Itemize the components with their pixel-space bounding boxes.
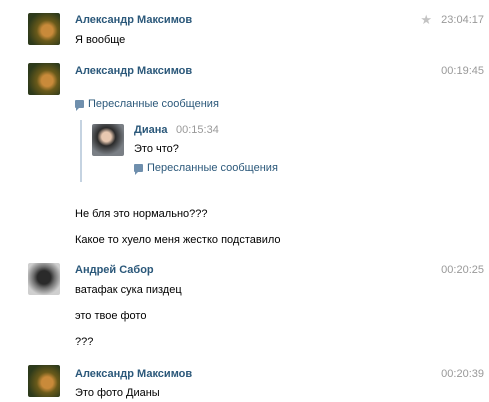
message-text: Не бля это нормально??? (75, 208, 208, 220)
forwarded-text: Это что? (134, 143, 179, 155)
message-time[interactable]: 00:20:39 (441, 368, 484, 380)
forwarded-messages-header[interactable]: Пересланные сообщения (75, 98, 219, 111)
nested-forwarded-label: Пересланные сообщения (147, 162, 278, 174)
message-text: Какое то хуело меня жестко подставило (75, 234, 281, 246)
message: Александр Максимов 00:19:45 Пересланные … (0, 55, 489, 255)
forwarded-messages-label: Пересланные сообщения (88, 98, 219, 110)
message: Андрей Сабор 00:20:25 ватафак сука пизде… (0, 255, 489, 360)
forwarded-author[interactable]: Диана (134, 124, 167, 136)
message: Александр Максимов 00:20:39 Это фото Диа… (0, 360, 489, 402)
message-author[interactable]: Александр Максимов (75, 368, 192, 380)
forwarded-message-block: Диана 00:15:34 Это что? Пересланные сооб… (80, 120, 462, 182)
avatar[interactable] (28, 263, 60, 295)
message-time[interactable]: 23:04:17 (441, 14, 484, 26)
avatar[interactable] (28, 365, 60, 397)
message-time[interactable]: 00:19:45 (441, 65, 484, 77)
message-author[interactable]: Андрей Сабор (75, 264, 154, 276)
message-time[interactable]: 00:20:25 (441, 264, 484, 276)
forwarded-author-avatar[interactable] (92, 124, 124, 156)
message: Александр Максимов ★ 23:04:17 Я вообще (0, 0, 489, 55)
message-text: Я вообще (75, 34, 126, 46)
avatar[interactable] (28, 63, 60, 95)
star-icon[interactable]: ★ (420, 13, 432, 26)
message-text: Это фото Дианы (75, 387, 160, 399)
message-author[interactable]: Александр Максимов (75, 14, 192, 26)
forwarded-messages-icon (134, 164, 143, 175)
forwarded-time: 00:15:34 (176, 124, 219, 136)
message-text: это твое фото (75, 310, 147, 322)
forwarded-messages-icon (75, 100, 84, 111)
message-text: ??? (75, 336, 94, 348)
nested-forwarded-messages[interactable]: Пересланные сообщения (134, 162, 278, 175)
message-text: ватафак сука пиздец (75, 284, 182, 296)
avatar[interactable] (28, 13, 60, 45)
message-author[interactable]: Александр Максимов (75, 65, 192, 77)
